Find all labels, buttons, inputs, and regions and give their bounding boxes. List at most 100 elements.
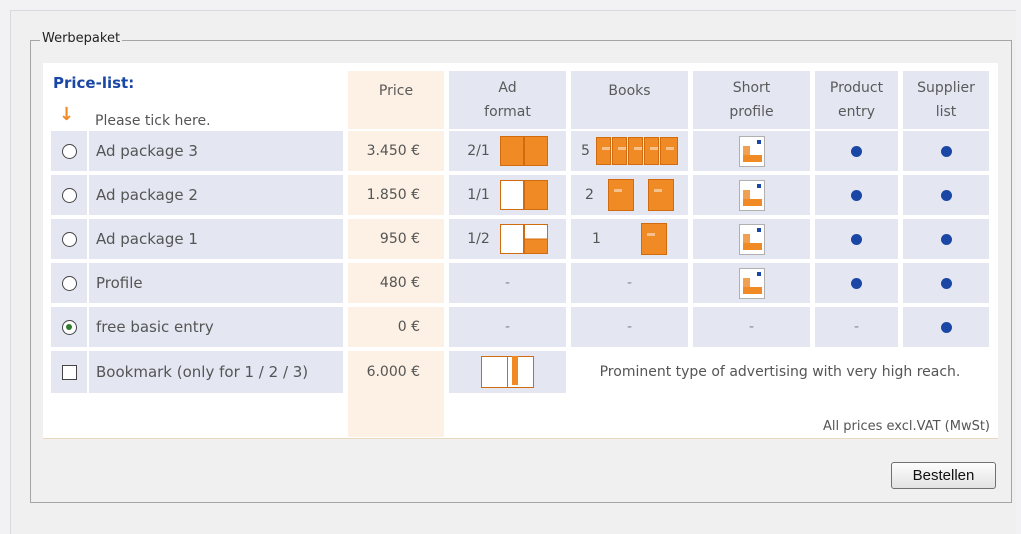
- short-profile-cell: [693, 131, 810, 171]
- supplier-list-cell: [903, 263, 989, 303]
- books-count: 5: [581, 143, 590, 159]
- included-dot-icon: [851, 189, 862, 201]
- price-list-panel: Price-list: ↓ Please tick here. Price Ad…: [43, 63, 998, 439]
- row-price: 3.450 €: [348, 131, 444, 171]
- free-basic-entry-radio[interactable]: [61, 319, 77, 335]
- included-dot-icon: [851, 277, 862, 289]
- ad-format-double-page-icon: [499, 136, 548, 166]
- column-header-books: Books: [571, 71, 688, 129]
- supplier-list-cell: [903, 131, 989, 171]
- column-header-ad-format-line2: format: [484, 104, 531, 120]
- radio-cell: [51, 131, 87, 171]
- radio-cell: [51, 307, 87, 347]
- books-cell: 2: [571, 175, 688, 215]
- book-icon: [627, 137, 643, 165]
- price-column-footer: [348, 393, 444, 437]
- ad-format-label: 1/2: [467, 231, 490, 247]
- ad-format-cell: 1/2: [449, 219, 566, 259]
- ad-format-cell: -: [449, 263, 566, 303]
- column-header-short-profile-line1: Short: [732, 80, 771, 96]
- column-header-supplier-list-line2: list: [935, 104, 957, 120]
- profile-radio[interactable]: [61, 275, 77, 291]
- column-header-short-profile: Short profile: [693, 71, 810, 129]
- included-dot-icon: [940, 189, 952, 201]
- column-header-product-entry: Product entry: [815, 71, 898, 129]
- short-profile-cell: -: [693, 307, 810, 347]
- books-cell: -: [571, 307, 688, 347]
- row-price: 0 €: [348, 307, 444, 347]
- product-entry-cell: [815, 175, 898, 215]
- bookmark-checkbox[interactable]: [61, 364, 77, 380]
- books-cell: -: [571, 263, 688, 303]
- books-cell: 1: [571, 219, 688, 259]
- column-header-price: Price: [348, 71, 444, 129]
- supplier-list-cell: [903, 307, 989, 347]
- included-dot-icon: [940, 233, 952, 245]
- row-price: 950 €: [348, 219, 444, 259]
- ad-format-full-page-icon: [499, 180, 548, 210]
- vat-note: All prices excl.VAT (MwSt): [823, 419, 990, 434]
- fieldset-legend: Werbepaket: [40, 31, 123, 46]
- books-icon-group: [595, 137, 678, 165]
- book-icon: [659, 137, 678, 165]
- row-label: Bookmark (only for 1 / 2 / 3): [89, 351, 343, 393]
- price-list-title: Price-list:: [53, 74, 135, 92]
- column-header-books-label: Books: [608, 83, 651, 99]
- column-header-ad-format: Ad format: [449, 71, 566, 129]
- column-header-supplier-list-line1: Supplier: [917, 80, 975, 96]
- book-icon: [640, 223, 667, 255]
- included-dot-icon: [940, 321, 952, 333]
- short-profile-cell: [693, 175, 810, 215]
- book-icon: [647, 179, 674, 211]
- short-profile-icon: [738, 135, 765, 167]
- down-arrow-icon: ↓: [59, 104, 75, 125]
- ad-package-2-radio[interactable]: [61, 187, 77, 203]
- radio-cell: [51, 219, 87, 259]
- ad-format-cell: 1/1: [449, 175, 566, 215]
- checkbox-cell: [51, 351, 87, 393]
- books-cell: 5: [571, 131, 688, 171]
- column-header-product-entry-line2: entry: [837, 104, 876, 120]
- row-price: 1.850 €: [348, 175, 444, 215]
- row-price: 6.000 €: [348, 351, 444, 393]
- ad-format-half-page-icon: [499, 224, 548, 254]
- book-icon: [595, 137, 611, 165]
- included-dot-icon: [940, 277, 952, 289]
- row-label: Ad package 1: [89, 219, 343, 259]
- product-entry-cell: -: [815, 307, 898, 347]
- ad-format-cell: -: [449, 307, 566, 347]
- row-label: Profile: [89, 263, 343, 303]
- short-profile-icon: [738, 223, 765, 255]
- supplier-list-cell: [903, 219, 989, 259]
- ad-package-1-radio[interactable]: [61, 231, 77, 247]
- column-header-product-entry-line1: Product: [829, 80, 884, 96]
- short-profile-icon: [738, 267, 765, 299]
- book-icon: [611, 137, 627, 165]
- books-count: 1: [592, 231, 601, 247]
- row-price: 480 €: [348, 263, 444, 303]
- radio-cell: [51, 263, 87, 303]
- column-header-price-label: Price: [378, 83, 414, 99]
- ad-format-label: 2/1: [467, 143, 490, 159]
- row-label: Ad package 3: [89, 131, 343, 171]
- bookmark-description: Prominent type of advertising with very …: [599, 364, 961, 380]
- column-header-ad-format-line1: Ad: [498, 80, 517, 96]
- product-entry-cell: [815, 131, 898, 171]
- short-profile-cell: [693, 219, 810, 259]
- column-header-short-profile-line2: profile: [729, 104, 774, 120]
- included-dot-icon: [940, 145, 952, 157]
- ad-format-label: 1/1: [467, 187, 490, 203]
- tick-instruction: Please tick here.: [95, 113, 211, 129]
- radio-cell: [51, 175, 87, 215]
- ad-package-3-radio[interactable]: [61, 143, 77, 159]
- row-label: Ad package 2: [89, 175, 343, 215]
- short-profile-cell: [693, 263, 810, 303]
- book-icon: [643, 137, 659, 165]
- included-dot-icon: [851, 145, 862, 157]
- ad-format-cell: [449, 351, 566, 393]
- product-entry-cell: [815, 263, 898, 303]
- book-icon: [607, 179, 634, 211]
- price-list-header: Price-list: ↓ Please tick here.: [51, 71, 351, 133]
- order-button[interactable]: Bestellen: [891, 462, 996, 489]
- bookmark-format-icon: [480, 356, 534, 388]
